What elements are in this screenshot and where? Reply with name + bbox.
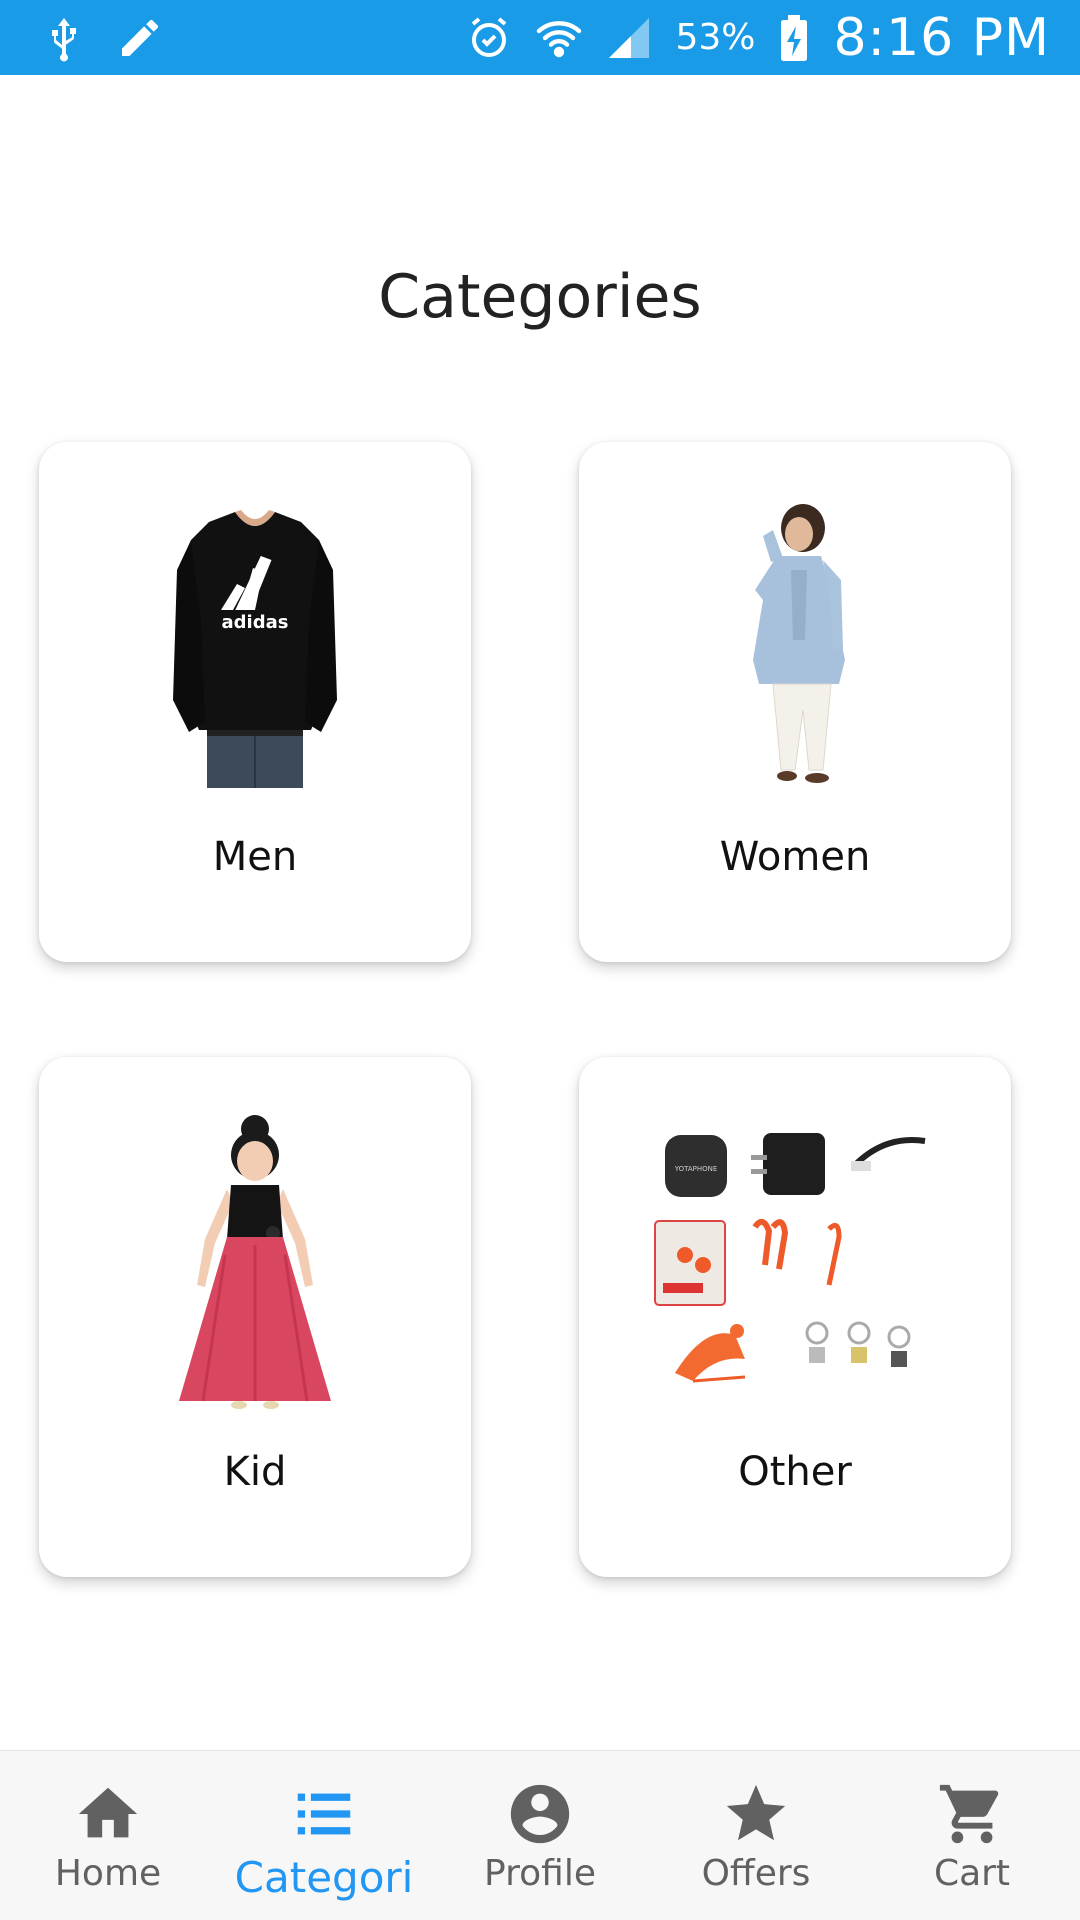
nav-item-home[interactable]: Home <box>0 1751 216 1920</box>
women-category-image <box>645 500 945 800</box>
nav-label: Offers <box>701 1853 811 1894</box>
nav-item-profile[interactable]: Profile <box>432 1751 648 1920</box>
category-card-women[interactable]: Women <box>579 442 1011 962</box>
home-icon <box>73 1779 143 1849</box>
battery-percentage: 53% <box>675 17 756 58</box>
nav-label: Home <box>54 1853 162 1894</box>
nav-label: Categori <box>234 1853 414 1902</box>
wifi-icon <box>535 14 583 62</box>
alarm-icon <box>465 14 513 62</box>
svg-text:YOTAPHONE: YOTAPHONE <box>674 1165 718 1173</box>
other-category-image: YOTAPHONE <box>645 1115 945 1415</box>
category-card-kid[interactable]: Kid <box>39 1057 471 1577</box>
nav-item-offers[interactable]: Offers <box>648 1751 864 1920</box>
list-icon <box>289 1779 359 1849</box>
page-title: Categories <box>378 262 702 332</box>
kid-category-image <box>105 1115 405 1415</box>
nav-item-categories[interactable]: Categori <box>216 1751 432 1920</box>
nav-label: Cart <box>933 1853 1011 1894</box>
bottom-navigation: Home Categori Profile Offers Cart <box>0 1750 1080 1920</box>
nav-item-cart[interactable]: Cart <box>864 1751 1080 1920</box>
cart-icon <box>937 1779 1007 1849</box>
nav-label: Profile <box>484 1853 596 1894</box>
edit-icon <box>116 14 164 62</box>
category-label: Women <box>719 834 871 880</box>
men-category-image: adidas <box>105 500 405 800</box>
category-card-other[interactable]: YOTAPHONE Other <box>579 1057 1011 1577</box>
category-label: Other <box>738 1449 852 1495</box>
usb-icon <box>40 14 88 62</box>
clock: 8:16 PM <box>833 7 1050 68</box>
category-card-men[interactable]: adidas Men <box>39 442 471 962</box>
category-label: Kid <box>223 1449 287 1495</box>
category-label: Men <box>212 834 298 880</box>
account-circle-icon <box>505 1779 575 1849</box>
star-icon <box>721 1779 791 1849</box>
status-bar: 53% 8:16 PM <box>0 0 1080 75</box>
signal-icon <box>605 14 653 62</box>
battery-charging-icon <box>777 14 811 62</box>
svg-text:adidas: adidas <box>222 612 289 633</box>
